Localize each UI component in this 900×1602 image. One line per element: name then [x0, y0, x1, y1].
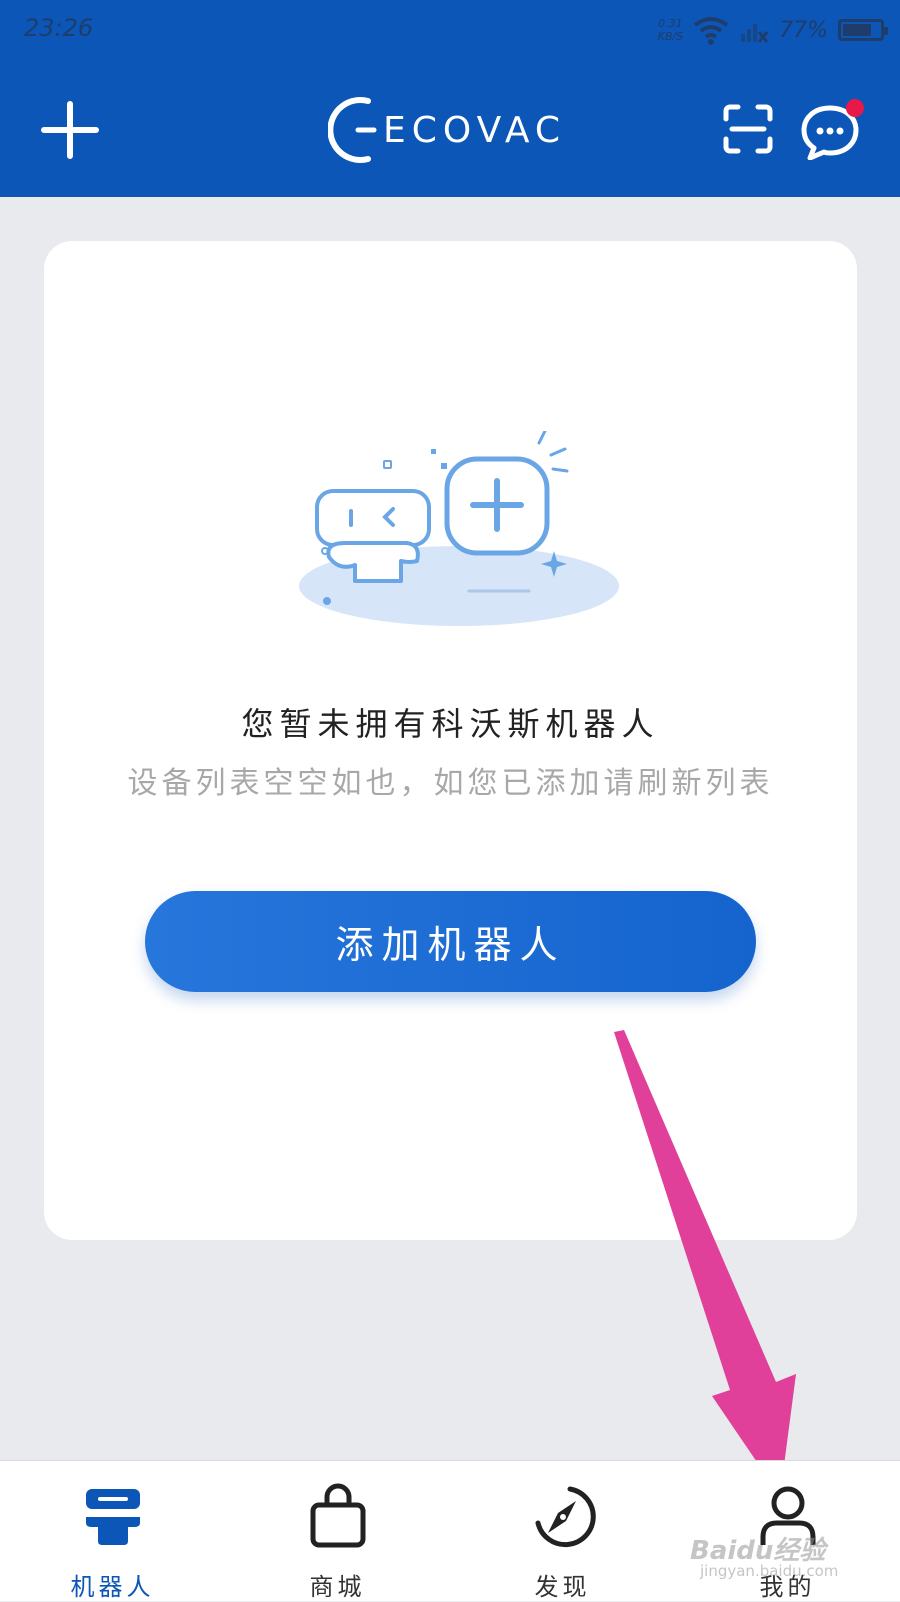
nav-label-discover: 发现: [534, 1573, 591, 1601]
unread-badge: [846, 99, 864, 117]
wifi-icon: [693, 17, 729, 45]
add-icon[interactable]: [40, 100, 100, 160]
nav-item-mall[interactable]: 商城: [225, 1461, 450, 1601]
robot-icon: [85, 1489, 140, 1545]
compass-icon: [535, 1486, 596, 1548]
empty-title: 您暂未拥有科沃斯机器人: [241, 705, 660, 743]
battery-level: [843, 24, 871, 36]
shopping-bag-icon: [310, 1483, 365, 1548]
baidu-watermark-url: jingyan.baidu.com: [700, 1562, 839, 1580]
pointer-arrow-annotation: [614, 1030, 796, 1496]
add-robot-button[interactable]: 添加机器人: [145, 891, 756, 992]
network-speed: 0.31 KB/S: [657, 17, 684, 43]
app-header: 23:26 0.31 KB/S 77% ECOVACS: [0, 0, 900, 197]
signal-off-icon: [741, 24, 769, 43]
battery-icon: [838, 19, 888, 41]
logo-text: ECOVACS: [383, 110, 568, 151]
scan-icon[interactable]: [722, 103, 774, 155]
nav-label-mall: 商城: [309, 1573, 366, 1601]
ecovacs-logo: ECOVACS: [328, 97, 568, 163]
empty-robot-illustration: [299, 431, 619, 626]
battery-percent: 77%: [779, 17, 828, 43]
empty-subtitle: 设备列表空空如也，如您已添加请刷新列表: [127, 766, 774, 801]
status-time: 23:26: [24, 14, 94, 42]
message-icon[interactable]: [800, 98, 864, 160]
nav-item-discover[interactable]: 发现: [450, 1461, 675, 1601]
status-bar-right: 0.31 KB/S 77%: [657, 10, 888, 50]
nav-label-robot: 机器人: [70, 1573, 155, 1601]
nav-item-robot[interactable]: 机器人: [0, 1461, 225, 1601]
